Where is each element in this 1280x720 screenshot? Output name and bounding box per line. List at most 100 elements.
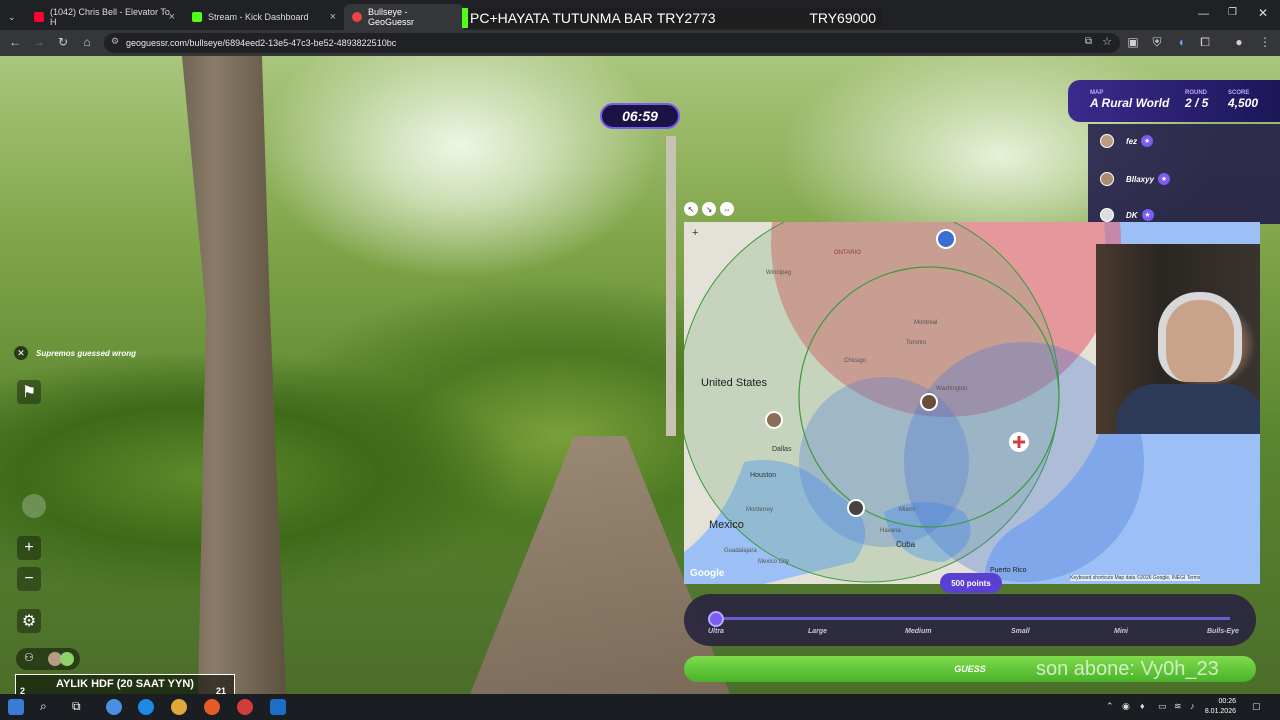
avatar [1100,172,1114,186]
browser-icon[interactable] [138,699,154,715]
map-label-montreal: Montreal [914,320,938,326]
shield-icon[interactable]: ⛨ [1150,35,1164,49]
expand-map-icon[interactable]: ↖ [684,202,698,216]
map-label-chicago: Chicago [844,358,867,364]
network-icon[interactable]: ▭ [1158,701,1167,712]
close-tab-icon[interactable]: × [330,11,336,23]
translate-icon[interactable]: ◖ [1174,35,1188,49]
guess-button-label: GUESS [954,664,986,674]
game-status-hud: MAP A Rural World ROUND 2 / 5 SCORE 4,50… [1068,80,1280,122]
clock-date: 8.01.2026 [1204,708,1236,715]
slider-handle[interactable] [708,611,724,627]
map-label-ontario: ONTARIO [834,250,861,256]
slider-label-ultra[interactable]: Ultra [708,628,724,635]
google-logo: Google [690,568,725,579]
map-label-havana: Havana [880,528,901,534]
points-text: 500 points [951,578,991,588]
map-label-dallas: Dallas [772,446,792,453]
hud-score-value: 4,500 [1228,96,1259,110]
map-size-controls: ↖ ↘ ⇔ [684,202,734,220]
profile-icon[interactable]: ● [1232,35,1246,49]
start-icon[interactable] [8,699,24,715]
clock-time: 00:26 [1218,698,1236,705]
zoom-in-button[interactable]: + [17,536,41,560]
url-text: geoguessr.com/bullseye/6894eed2-13e5-47c… [126,38,397,48]
address-bar[interactable]: ⚙ geoguessr.com/bullseye/6894eed2-13e5-4… [104,33,1120,53]
player-item[interactable]: Bllaxyy ★ [1100,170,1171,188]
tab-title: Bullseye - GeoGuessr [368,7,415,27]
search-icon[interactable]: ⌕ [40,699,56,715]
mic-icon[interactable]: ♦ [1140,701,1145,711]
install-app-icon[interactable]: ⧉ [1085,36,1092,47]
minimize-icon[interactable]: — [1198,8,1209,20]
streamer-webcam [1096,244,1260,434]
slider-label-medium[interactable]: Medium [905,628,931,635]
svg-text:+: + [692,227,698,239]
compass-icon[interactable] [22,494,46,518]
goal-current: TRY2773 [656,10,716,26]
people-icon: ⚇ [24,652,34,664]
tab-search-button[interactable]: ⌄ [0,4,24,30]
player-name: DK [1126,210,1138,220]
player-name: fez [1126,136,1138,146]
settings-button[interactable]: ⚙ [17,609,41,633]
back-icon[interactable]: ← [8,35,22,49]
reload-icon[interactable]: ↻ [56,35,70,49]
star-badge-icon: ★ [1141,209,1154,221]
home-icon[interactable]: ⌂ [80,35,94,49]
shrink-map-icon[interactable]: ↘ [702,202,716,216]
zoom-out-button[interactable]: − [17,567,41,591]
tray-chevron-icon[interactable]: ⌃ [1106,701,1114,712]
site-info-icon[interactable]: ⚙ [111,36,119,47]
slider-label-small[interactable]: Small [1011,628,1030,635]
browser-toolbar: ← → ↻ ⌂ ⚙ geoguessr.com/bullseye/6894eed… [0,30,1280,56]
edge-icon[interactable] [106,699,122,715]
player-item[interactable]: fez ★ [1100,132,1154,150]
obs-icon[interactable] [237,699,253,715]
goal-title: PC+HAYATA TUTUNMA BAR [470,10,653,26]
hud-map: MAP A Rural World [1090,90,1169,110]
close-window-icon[interactable]: ✕ [1258,6,1268,20]
slider-label-mini[interactable]: Mini [1114,628,1128,635]
task-view-icon[interactable]: ⧉ [72,699,88,715]
slider-label-large[interactable]: Large [808,628,827,635]
volume-icon[interactable]: ♪ [1190,701,1195,711]
circle-size-slider[interactable] [710,617,1230,620]
slider-label-bulls-eye[interactable]: Bulls-Eye [1207,628,1239,635]
hud-map-value: A Rural World [1090,96,1170,110]
steam-icon[interactable] [270,699,286,715]
menu-icon[interactable]: ⋮ [1258,35,1272,49]
kick-icon [192,12,202,22]
firefox-icon[interactable] [204,699,220,715]
chrome-icon[interactable] [171,699,187,715]
tab-youtube[interactable]: (1042) Chris Bell - Elevator To H × [26,4,181,30]
webcam-person-body [1116,384,1260,434]
extension-icon[interactable]: ▣ [1126,35,1140,49]
clock[interactable]: 00:26 8.01.2026 [1205,697,1236,717]
browser-tab-strip: ⌄ (1042) Chris Bell - Elevator To H × St… [0,0,1280,30]
sub-goal-title: AYLIK HDF (20 SAAT YYN) [56,678,194,690]
map-label-toronto: Toronto [906,340,927,346]
goal-target: TRY69000 [809,10,876,26]
hud-round-value: 2 / 5 [1185,96,1209,110]
tab-geoguessr[interactable]: Bullseye - GeoGuessr [344,4,464,30]
avatar [1100,208,1114,222]
forward-icon[interactable]: → [32,35,46,49]
tree-trunk [182,56,286,694]
notification-icon[interactable]: ▢ [1252,701,1261,712]
tray-app-icon[interactable]: ◉ [1122,701,1130,712]
map-attribution[interactable]: Keyboard shortcuts Map data ©2026 Google… [1070,575,1201,581]
restore-icon[interactable]: ❐ [1228,7,1237,18]
wifi-icon[interactable]: ≋ [1174,701,1182,712]
puzzle-icon[interactable]: ⧠ [1198,35,1212,49]
return-to-start-button[interactable]: ⚑ [17,380,41,404]
utility-pole [666,136,676,436]
hud-score: SCORE 4,500 [1228,90,1258,110]
pin-map-icon[interactable]: ⇔ [720,202,734,216]
tab-title: Stream - Kick Dashboard [208,12,309,22]
close-icon[interactable]: ✕ [14,346,28,360]
close-tab-icon[interactable]: × [169,11,175,23]
bookmark-star-icon[interactable]: ☆ [1102,35,1112,48]
team-chat-button[interactable]: ⚇ [16,648,80,670]
tab-kick[interactable]: Stream - Kick Dashboard × [184,4,342,30]
